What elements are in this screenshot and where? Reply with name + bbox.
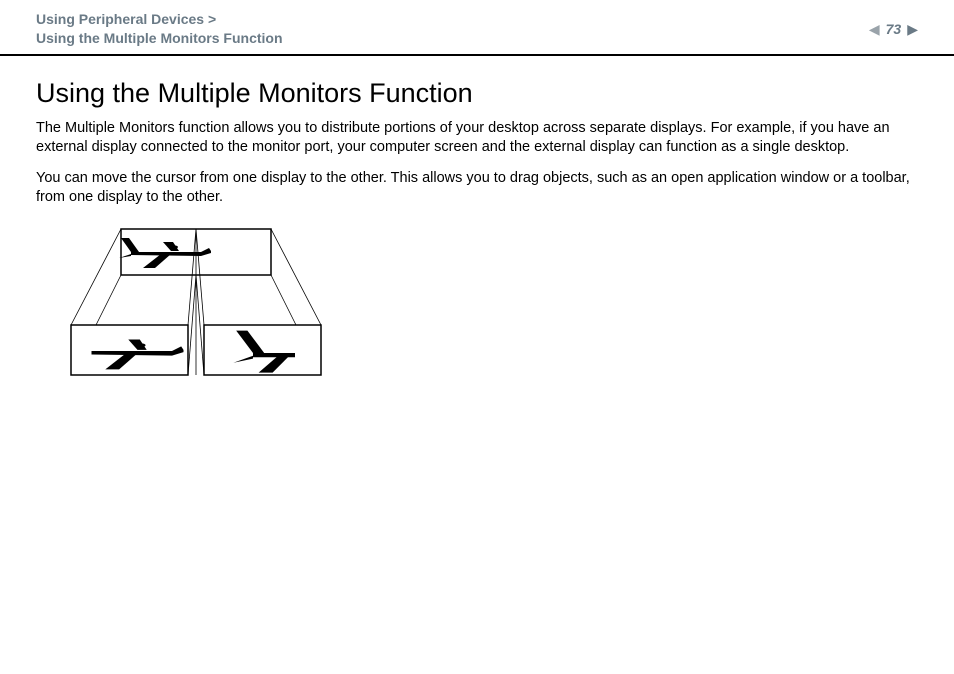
monitors-svg xyxy=(66,225,326,385)
page-title: Using the Multiple Monitors Function xyxy=(36,78,918,109)
intro-paragraph-2: You can move the cursor from one display… xyxy=(36,169,918,207)
multiple-monitors-illustration xyxy=(66,225,918,390)
prev-page-icon[interactable]: ◀ xyxy=(869,22,880,36)
breadcrumb-current: Using the Multiple Monitors Function xyxy=(36,29,283,48)
page-number: 73 xyxy=(886,21,902,37)
breadcrumb: Using Peripheral Devices > Using the Mul… xyxy=(36,10,283,48)
page-header: Using Peripheral Devices > Using the Mul… xyxy=(0,0,954,56)
next-page-icon[interactable]: ▶ xyxy=(907,22,918,36)
intro-paragraph-1: The Multiple Monitors function allows yo… xyxy=(36,119,918,157)
page-navigation: ◀ 73 ▶ xyxy=(869,21,918,37)
breadcrumb-parent[interactable]: Using Peripheral Devices > xyxy=(36,10,283,29)
page-content: Using the Multiple Monitors Function The… xyxy=(0,56,954,391)
